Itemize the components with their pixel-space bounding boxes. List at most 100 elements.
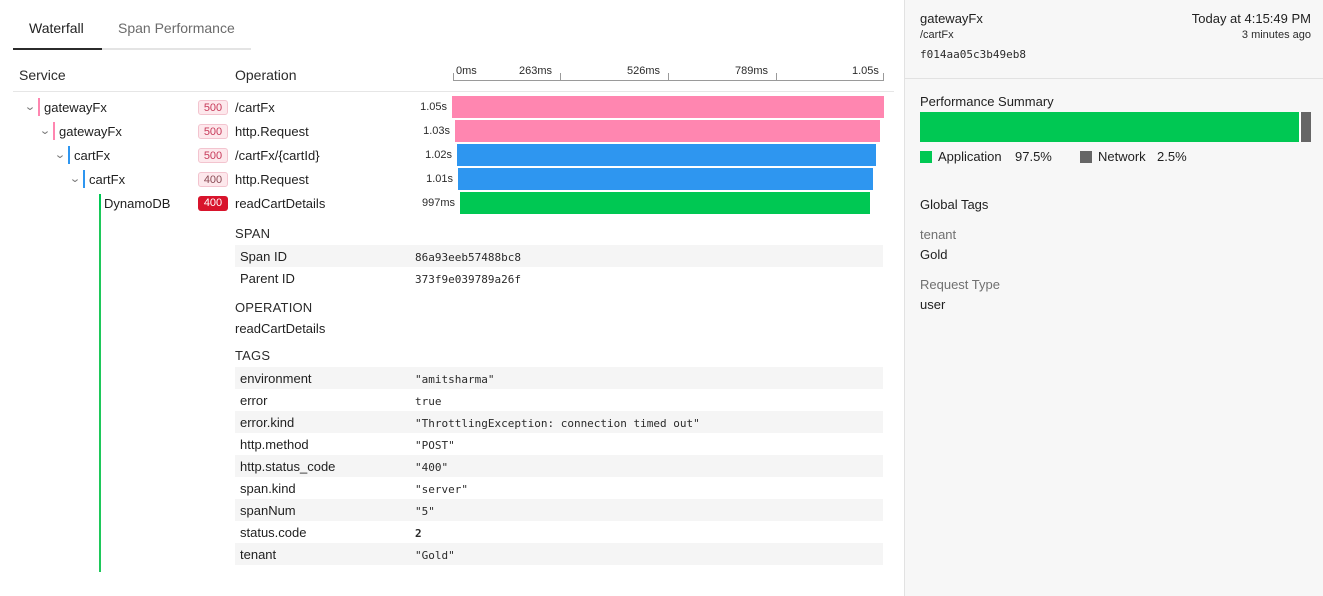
span-row[interactable]: ⌄ cartFx 400 http.Request 1.01s xyxy=(0,167,894,191)
span-row-selected[interactable]: DynamoDB 400 readCartDetails 997ms xyxy=(0,191,894,215)
tag-value: "ThrottlingException: connection timed o… xyxy=(415,417,700,430)
tag-row: error.kind "ThrottlingException: connect… xyxy=(235,411,883,433)
service-column-header: Service xyxy=(19,67,66,83)
trace-root-service: gatewayFx xyxy=(920,11,983,26)
trace-root-operation: /cartFx xyxy=(920,29,954,41)
span-bar[interactable] xyxy=(457,144,876,166)
status-badge: 500 xyxy=(198,100,228,115)
span-duration: 1.01s xyxy=(426,173,453,185)
application-legend-swatch xyxy=(920,151,932,163)
span-section-title: SPAN xyxy=(235,226,271,241)
ruler-tick xyxy=(560,73,561,81)
global-tag-value: Gold xyxy=(920,247,948,262)
span-bar[interactable] xyxy=(458,168,873,190)
tag-row: http.method "POST" xyxy=(235,433,883,455)
operation-column-header: Operation xyxy=(235,67,297,83)
ruler-tick xyxy=(453,73,454,81)
global-tag-key: tenant xyxy=(920,227,957,242)
trace-summary-panel: gatewayFx /cartFx f014aa05c3b49eb8 Today… xyxy=(904,0,1323,596)
chevron-down-icon[interactable]: ⌄ xyxy=(54,148,67,161)
span-operation-name: http.Request xyxy=(235,172,309,187)
span-row[interactable]: ⌄ cartFx 500 /cartFx/{cartId} 1.02s xyxy=(0,143,894,167)
network-legend-swatch xyxy=(1080,151,1092,163)
span-service-name: gatewayFx xyxy=(59,124,122,139)
field-key: Parent ID xyxy=(240,271,295,286)
tag-value: "POST" xyxy=(415,439,455,452)
span-service-name: cartFx xyxy=(89,172,126,187)
ruler-tick xyxy=(776,73,777,81)
tag-value: "400" xyxy=(415,461,449,474)
tag-key: error.kind xyxy=(240,415,295,430)
network-segment xyxy=(1301,112,1311,142)
tag-row: spanNum "5" xyxy=(235,499,883,521)
span-service-name: DynamoDB xyxy=(104,196,171,211)
tag-row: tenant "Gold" xyxy=(235,543,883,565)
panel-divider xyxy=(905,78,1323,79)
global-tag-key: Request Type xyxy=(920,277,1000,292)
field-key: Span ID xyxy=(240,249,287,264)
tag-row: span.kind "server" xyxy=(235,477,883,499)
time-ruler: 0ms 263ms 526ms 789ms 1.05s xyxy=(453,65,884,81)
network-legend-label: Network xyxy=(1098,149,1146,164)
trace-id: f014aa05c3b49eb8 xyxy=(920,48,1026,61)
span-operation-name: readCartDetails xyxy=(235,196,326,211)
application-segment xyxy=(920,112,1300,142)
span-service-name: gatewayFx xyxy=(44,100,107,115)
status-badge: 400 xyxy=(198,196,228,211)
tag-key: tenant xyxy=(240,547,277,562)
service-color-bar xyxy=(53,122,55,140)
field-value: 86a93eeb57488bc8 xyxy=(415,251,521,264)
span-row[interactable]: ⌄ gatewayFx 500 http.Request 1.03s xyxy=(0,119,894,143)
tab-span-performance[interactable]: Span Performance xyxy=(118,20,235,36)
operation-value: readCartDetails xyxy=(235,321,326,336)
tag-value: "Gold" xyxy=(415,549,455,562)
performance-bar xyxy=(920,112,1311,142)
trace-timestamp: Today at 4:15:49 PM xyxy=(1191,11,1311,26)
tag-key: spanNum xyxy=(240,503,296,518)
chevron-down-icon[interactable]: ⌄ xyxy=(39,124,52,137)
span-bar[interactable] xyxy=(455,120,880,142)
header-divider xyxy=(13,91,894,92)
tags-section-title: TAGS xyxy=(235,348,271,363)
field-value: 373f9e039789a26f xyxy=(415,273,521,286)
tag-row: http.status_code "400" xyxy=(235,455,883,477)
network-legend-pct: 2.5% xyxy=(1157,149,1187,164)
tag-key: environment xyxy=(240,371,312,386)
span-row[interactable]: ⌄ gatewayFx 500 /cartFx 1.05s xyxy=(0,95,894,119)
ruler-tick-label: 789ms xyxy=(735,65,769,77)
ruler-tick xyxy=(883,73,884,81)
ruler-tick-label: 0ms xyxy=(456,65,477,77)
tab-bar: Waterfall Span Performance xyxy=(13,0,251,50)
tag-row: error true xyxy=(235,389,883,411)
selected-span-indicator xyxy=(99,210,101,572)
service-color-bar xyxy=(68,146,70,164)
tag-key: span.kind xyxy=(240,481,296,496)
tag-row: status.code 2 xyxy=(235,521,883,543)
span-duration: 997ms xyxy=(421,197,455,209)
span-operation-name: /cartFx/{cartId} xyxy=(235,148,320,163)
span-operation-name: http.Request xyxy=(235,124,309,139)
chevron-down-icon[interactable]: ⌄ xyxy=(69,172,82,185)
ruler-tick xyxy=(668,73,669,81)
tag-value: "5" xyxy=(415,505,435,518)
span-operation-name: /cartFx xyxy=(235,100,275,115)
service-color-bar xyxy=(83,170,85,188)
tag-value: true xyxy=(415,395,442,408)
ruler-tick-label: 526ms xyxy=(627,65,661,77)
global-tag-value: user xyxy=(920,297,946,312)
application-legend-label: Application xyxy=(938,149,1002,164)
ruler-tick-label: 263ms xyxy=(519,65,553,77)
tab-waterfall[interactable]: Waterfall xyxy=(29,20,84,36)
span-duration: 1.02s xyxy=(425,149,452,161)
service-color-bar xyxy=(38,98,40,116)
span-bar[interactable] xyxy=(460,192,870,214)
tag-row: environment "amitsharma" xyxy=(235,367,883,389)
tag-value: "amitsharma" xyxy=(415,373,495,386)
operation-section-title: OPERATION xyxy=(235,300,313,315)
chevron-down-icon[interactable]: ⌄ xyxy=(24,100,37,113)
tag-key: error xyxy=(240,393,268,408)
status-badge: 500 xyxy=(198,124,228,139)
tag-key: http.status_code xyxy=(240,459,336,474)
span-bar[interactable] xyxy=(452,96,884,118)
span-field-row: Span ID 86a93eeb57488bc8 xyxy=(235,245,883,267)
